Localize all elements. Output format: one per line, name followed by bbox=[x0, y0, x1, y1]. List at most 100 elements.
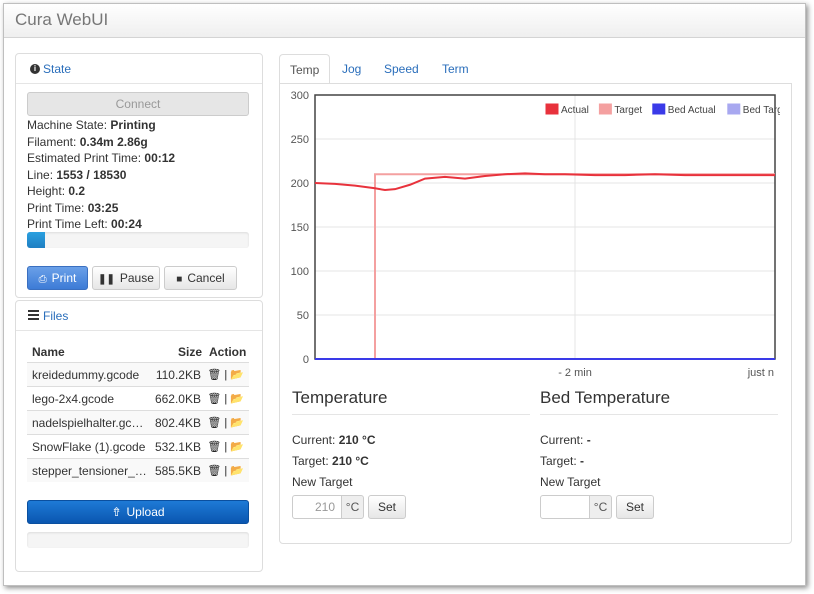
upload-icon: ⇮ bbox=[111, 505, 122, 519]
y-tick-label: 250 bbox=[291, 134, 309, 146]
height-label: Height: bbox=[27, 184, 66, 198]
temp-current-label: Current: bbox=[292, 433, 336, 447]
trash-icon[interactable]: 🗑 bbox=[207, 441, 221, 453]
folder-open-icon[interactable]: 📂 bbox=[230, 465, 244, 477]
bed-set-button[interactable]: Set bbox=[616, 495, 654, 519]
temp-new-target-label: New Target bbox=[292, 475, 353, 489]
tab-jog[interactable]: Jog bbox=[332, 54, 371, 84]
bed-current-label: Current: bbox=[540, 433, 584, 447]
trash-icon[interactable]: 🗑 bbox=[207, 393, 221, 405]
file-name: kreidedummy.gcode bbox=[32, 368, 140, 382]
files-panel-title: Files bbox=[43, 309, 69, 323]
temp-target-line: Target: 210 °C bbox=[292, 454, 369, 468]
tab-term[interactable]: Term bbox=[432, 54, 479, 84]
bed-divider bbox=[540, 414, 778, 415]
y-tick-label: 100 bbox=[291, 266, 309, 278]
line-progress-line: Line: 1553 / 18530 bbox=[27, 168, 126, 182]
temperature-heading: Temperature bbox=[292, 388, 388, 407]
bed-temperature-heading: Bed Temperature bbox=[540, 388, 671, 407]
folder-open-icon[interactable]: 📂 bbox=[230, 369, 244, 381]
folder-open-icon[interactable]: 📂 bbox=[230, 393, 244, 405]
print-progress-fill bbox=[27, 232, 45, 248]
info-icon: i bbox=[30, 64, 40, 74]
time-left-label: Print Time Left: bbox=[27, 217, 108, 231]
navbar: Cura WebUI bbox=[4, 4, 805, 38]
trash-icon[interactable]: 🗑 bbox=[207, 417, 221, 429]
tab-speed[interactable]: Speed bbox=[374, 54, 429, 84]
upload-progress-bar bbox=[27, 532, 249, 548]
bed-target-value: - bbox=[580, 454, 585, 468]
folder-open-icon[interactable]: 📂 bbox=[230, 441, 244, 453]
filament-line: Filament: 0.34m 2.86g bbox=[27, 135, 148, 149]
connect-button[interactable]: Connect bbox=[27, 92, 249, 116]
print-time-line: Print Time: 03:25 bbox=[27, 201, 118, 215]
line-label: Line: bbox=[27, 168, 54, 182]
temperature-chart: 0 50 100 150 200 250 300 - 2 min just n Actual Tar… bbox=[291, 90, 780, 379]
temp-target-input[interactable]: 210 bbox=[292, 495, 342, 519]
y-tick-label: 50 bbox=[297, 310, 309, 322]
temperature-divider bbox=[292, 414, 530, 415]
file-row[interactable]: stepper_tensioner_… 585.5KB 🗑 | 📂 bbox=[27, 458, 249, 482]
temp-target-label: Target: bbox=[292, 454, 329, 468]
file-actions: 🗑 | 📂 bbox=[207, 369, 244, 381]
pause-button[interactable]: ❚❚ Pause bbox=[92, 266, 160, 290]
file-name: lego-2x4.gcode bbox=[32, 392, 115, 406]
trash-icon[interactable]: 🗑 bbox=[207, 465, 221, 477]
upload-label: Upload bbox=[126, 505, 165, 519]
time-left-value: 00:24 bbox=[111, 217, 142, 231]
temp-set-button[interactable]: Set bbox=[368, 495, 406, 519]
bed-target-label: Target: bbox=[540, 454, 577, 468]
app-title[interactable]: Cura WebUI bbox=[15, 10, 108, 30]
legend-label: Target bbox=[614, 105, 642, 116]
file-row[interactable]: SnowFlake (1).gcode 532.1KB 🗑 | 📂 bbox=[27, 434, 249, 458]
print-time-label: Print Time: bbox=[27, 201, 85, 215]
file-row[interactable]: nadelspielhalter.gc… 802.4KB 🗑 | 📂 bbox=[27, 410, 249, 434]
temp-current-line: Current: 210 °C bbox=[292, 433, 376, 447]
folder-open-icon[interactable]: 📂 bbox=[230, 417, 244, 429]
legend-label: Bed Actual bbox=[668, 105, 716, 116]
cancel-button[interactable]: ■ Cancel bbox=[164, 266, 237, 290]
print-progress-bar bbox=[27, 232, 249, 248]
file-name: stepper_tensioner_… bbox=[32, 464, 147, 478]
line-value: 1553 / 18530 bbox=[56, 168, 127, 182]
est-time-value: 00:12 bbox=[144, 151, 176, 165]
file-name: nadelspielhalter.gc… bbox=[32, 416, 144, 430]
legend-swatch bbox=[545, 103, 559, 115]
file-name: SnowFlake (1).gcode bbox=[32, 440, 146, 454]
bed-target-line: Target: - bbox=[540, 454, 584, 468]
bed-unit-addon: °C bbox=[589, 495, 612, 519]
temp-target-input-group: 210 °C bbox=[292, 495, 366, 519]
bed-target-input[interactable] bbox=[540, 495, 590, 519]
y-tick-label: 200 bbox=[291, 178, 309, 190]
time-left-line: Print Time Left: 00:24 bbox=[27, 217, 142, 231]
bed-current-line: Current: - bbox=[540, 433, 591, 447]
trash-icon[interactable]: 🗑 bbox=[207, 369, 221, 381]
legend-label: Bed Target bbox=[743, 105, 780, 116]
x-tick-label: just n bbox=[747, 367, 774, 379]
est-time-line: Estimated Print Time: 00:12 bbox=[27, 151, 175, 165]
files-col-size: Size bbox=[178, 345, 203, 359]
file-size: 585.5KB bbox=[154, 464, 201, 478]
print-button[interactable]: ⎙ Print bbox=[27, 266, 88, 290]
file-row[interactable]: kreidedummy.gcode 110.2KB 🗑 | 📂 bbox=[27, 362, 249, 386]
y-tick-label: 300 bbox=[291, 90, 309, 102]
machine-state-label: Machine State: bbox=[27, 118, 108, 132]
file-actions: 🗑 | 📂 bbox=[207, 465, 244, 477]
files-panel-header: Files bbox=[16, 301, 262, 331]
filament-value: 0.34m 2.86g bbox=[79, 135, 148, 149]
files-col-name: Name bbox=[32, 345, 65, 359]
cancel-label: Cancel bbox=[187, 271, 225, 285]
upload-button[interactable]: ⇮ Upload bbox=[27, 500, 249, 524]
temp-current-value: 210 °C bbox=[338, 433, 376, 447]
legend-swatch bbox=[727, 103, 741, 115]
file-size: 110.2KB bbox=[155, 368, 201, 382]
file-row[interactable]: lego-2x4.gcode 662.0KB 🗑 | 📂 bbox=[27, 386, 249, 410]
y-tick-label: 0 bbox=[303, 354, 309, 366]
legend-label: Actual bbox=[561, 105, 589, 116]
legend-swatch bbox=[598, 103, 612, 115]
files-col-action: Action bbox=[209, 345, 247, 359]
tab-temp[interactable]: Temp bbox=[279, 54, 331, 84]
x-tick-label: - 2 min bbox=[558, 367, 592, 379]
temp-unit-addon: °C bbox=[341, 495, 364, 519]
file-actions: 🗑 | 📂 bbox=[207, 441, 244, 453]
